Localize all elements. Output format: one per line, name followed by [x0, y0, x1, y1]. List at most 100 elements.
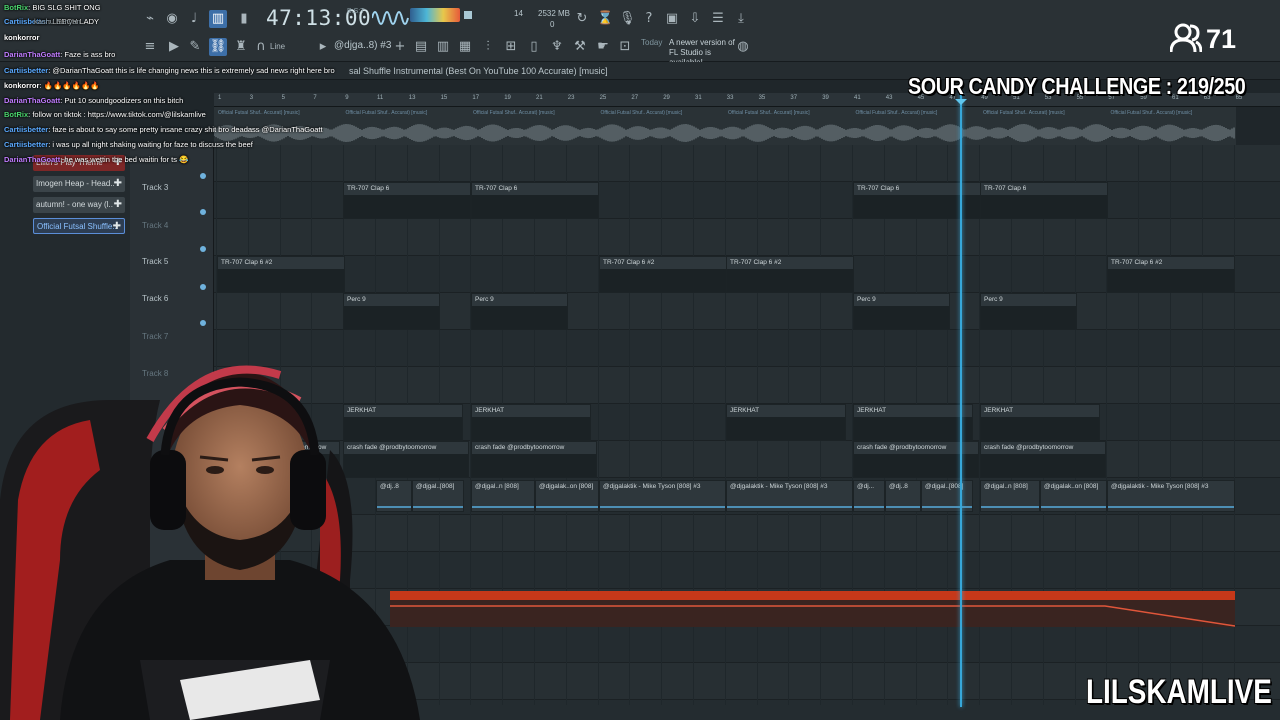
clip-clap6-2[interactable]: TR-707 Clap 6 #2 — [1107, 256, 1235, 293]
chat-username[interactable]: DarianThaGoatt — [4, 155, 60, 164]
clip-perc9[interactable]: Perc 9 — [853, 293, 950, 330]
clip-808[interactable]: @djgalaktik - Mike Tyson [808] #3 — [599, 480, 726, 512]
clip-jerkhat[interactable]: JERKHAT — [471, 404, 591, 441]
magnet-icon[interactable]: ∩ — [254, 40, 268, 54]
refresh-icon[interactable]: ↻ — [575, 12, 589, 26]
clip-clap6-2[interactable]: TR-707 Clap 6 #2 — [599, 256, 727, 293]
play-pattern-icon[interactable]: ▸ — [316, 40, 330, 54]
piano-roll-icon[interactable]: ▦ — [458, 40, 472, 54]
clip-title: @djgalaktik - Mike Tyson [808] #3 — [1111, 483, 1209, 490]
browser-item-3[interactable]: Official Futsal Shuffle.. ✚ — [33, 218, 125, 234]
clip-jerkhat[interactable]: JERKHAT — [853, 404, 973, 441]
touch-icon[interactable]: ☛ — [596, 40, 610, 54]
audio-strip-label: Official Futsal Shuf.. Accurat) [music] — [473, 110, 555, 116]
chat-username[interactable]: DarianThaGoatt — [4, 50, 60, 59]
play-mode-icon[interactable]: ⌁ — [143, 12, 157, 26]
track-5-label[interactable]: Track 5 — [142, 257, 168, 266]
clip-808[interactable]: @djgal..n [808] — [471, 480, 535, 512]
clip-808[interactable]: @djgalak..on [808] — [1040, 480, 1107, 512]
clip-808[interactable]: @dj..8 — [885, 480, 921, 512]
clip-perc9[interactable]: Perc 9 — [471, 293, 568, 330]
ruler-tick: 25 — [599, 95, 607, 101]
microphone-icon[interactable]: 🎙 — [619, 12, 636, 26]
countdown-icon[interactable]: ▮ — [237, 12, 251, 26]
track-mute-dot[interactable] — [200, 209, 206, 215]
clip-crash[interactable]: crash fade @prodbytoomorrow — [980, 441, 1106, 478]
track-3-label[interactable]: Track 3 — [142, 183, 168, 192]
arrow-right-icon[interactable]: ▶ — [167, 40, 181, 54]
render-icon[interactable]: ⇩ — [688, 12, 702, 26]
track-mute-dot[interactable] — [200, 284, 206, 290]
channel-rack-icon[interactable]: ▥ — [436, 40, 450, 54]
chat-text: : BIG SLG SHIT ONG — [28, 3, 101, 12]
track-mute-dot[interactable] — [200, 173, 206, 179]
clip-title: Perc 9 — [347, 296, 366, 303]
help-icon[interactable]: ? — [642, 12, 656, 26]
menu-icon[interactable]: ≡ — [143, 40, 157, 54]
clip-perc9[interactable]: Perc 9 — [343, 293, 440, 330]
track-mute-dot[interactable] — [200, 246, 206, 252]
clip-clap6-2[interactable]: TR-707 Clap 6 #2 — [217, 256, 345, 293]
playlist-icon[interactable]: ▤ — [414, 40, 428, 54]
plugin-icon[interactable]: ♆ — [550, 40, 564, 54]
globe-icon[interactable]: ◍ — [736, 40, 750, 54]
metronome-icon[interactable]: ⌛ — [597, 12, 613, 26]
track-6-label[interactable]: Track 6 — [142, 294, 168, 303]
browser-item-2[interactable]: autumn! - one way (l.. ✚ — [33, 197, 125, 213]
clip-jerkhat[interactable]: JERKHAT — [980, 404, 1100, 441]
add-icon[interactable]: ✚ — [113, 219, 121, 233]
clip-clap6[interactable]: TR-707 Clap 6 — [343, 182, 471, 219]
tools-icon[interactable]: ⚒ — [573, 40, 587, 54]
playhead[interactable] — [960, 92, 962, 707]
waveform-path — [214, 124, 1235, 142]
add-icon[interactable]: ✚ — [114, 176, 122, 192]
add-icon[interactable]: ✚ — [114, 197, 122, 213]
browser-item-1[interactable]: Imogen Heap - Head.. ✚ — [33, 176, 125, 192]
track-4-label[interactable]: Track 4 — [142, 221, 168, 230]
chat-username[interactable]: BotRix — [4, 110, 28, 119]
chat-username[interactable]: Cartiisbetter — [4, 66, 48, 75]
clip-title: @djgal..n [808] — [475, 483, 519, 490]
clip-808[interactable]: @djgalak..on [808] — [535, 480, 599, 512]
chat-username[interactable]: konkorror — [4, 81, 39, 90]
browser-tree-icon[interactable]: ⊞ — [504, 40, 518, 54]
chat-message: Cartiisbetter: faze is about to say some… — [4, 125, 323, 134]
clip-perc9[interactable]: Perc 9 — [980, 293, 1077, 330]
chat-username[interactable]: konkorror — [4, 33, 39, 42]
track-mute-dot[interactable] — [200, 320, 206, 326]
fl-studio-stream-screen: ⌁ ◉ ♩ ▥ ▮ 47:13:00 B:S:T 14 2532 MB 0 ↻ … — [0, 0, 1280, 720]
clip-808[interactable]: @djgal..n [808] — [980, 480, 1040, 512]
chat-username[interactable]: Cartiisbetter — [4, 125, 48, 134]
record-mode-icon[interactable]: ▥ — [209, 10, 227, 28]
clip-clap6-2[interactable]: TR-707 Clap 6 #2 — [726, 256, 854, 293]
add-pattern-icon[interactable]: + — [393, 40, 407, 54]
save-icon[interactable]: ▣ — [665, 12, 679, 26]
clip-crash[interactable]: crash fade @prodbytoomorrow — [471, 441, 597, 478]
track-7-label[interactable]: Track 7 — [142, 332, 168, 341]
file-icon[interactable]: ▯ — [527, 40, 541, 54]
chat-icon[interactable]: ☰ — [711, 12, 725, 26]
chat-username[interactable]: BotRix — [4, 3, 28, 12]
automation-clip-header[interactable] — [390, 591, 1235, 600]
clip-clap6[interactable]: TR-707 Clap 6 — [471, 182, 599, 219]
clip-808[interactable]: @djgal..[808] — [921, 480, 973, 512]
link-icon[interactable]: ⛓ — [209, 38, 227, 56]
pencil-icon[interactable]: ✎ — [188, 40, 202, 54]
pattern-selector[interactable]: @djga..8) #3 — [334, 40, 391, 51]
download-icon[interactable]: ⤓ — [734, 12, 748, 26]
chat-username[interactable]: Cartiisbetter — [4, 140, 48, 149]
clip-title: @djgalaktik - Mike Tyson [808] #3 — [603, 483, 701, 490]
master-pitch-icon[interactable] — [464, 11, 472, 19]
clip-808[interactable]: @dj... — [853, 480, 885, 512]
brush-icon[interactable]: ♜ — [234, 40, 248, 54]
clip-808[interactable]: @djgalaktik - Mike Tyson [808] #3 — [1107, 480, 1235, 512]
clip-808[interactable]: @djgalaktik - Mike Tyson [808] #3 — [726, 480, 853, 512]
chat-username[interactable]: DarianThaGoatt — [4, 96, 60, 105]
clip-jerkhat[interactable]: JERKHAT — [726, 404, 846, 441]
pattern-song-toggle[interactable]: ◉ — [165, 12, 179, 26]
snap-dropdown[interactable]: Line — [270, 42, 285, 51]
clip-clap6[interactable]: TR-707 Clap 6 — [980, 182, 1108, 219]
mixer-icon[interactable]: ⫶ — [481, 40, 495, 54]
cart-icon[interactable]: ⊡ — [618, 40, 632, 54]
tempo-icon[interactable]: ♩ — [187, 12, 201, 26]
